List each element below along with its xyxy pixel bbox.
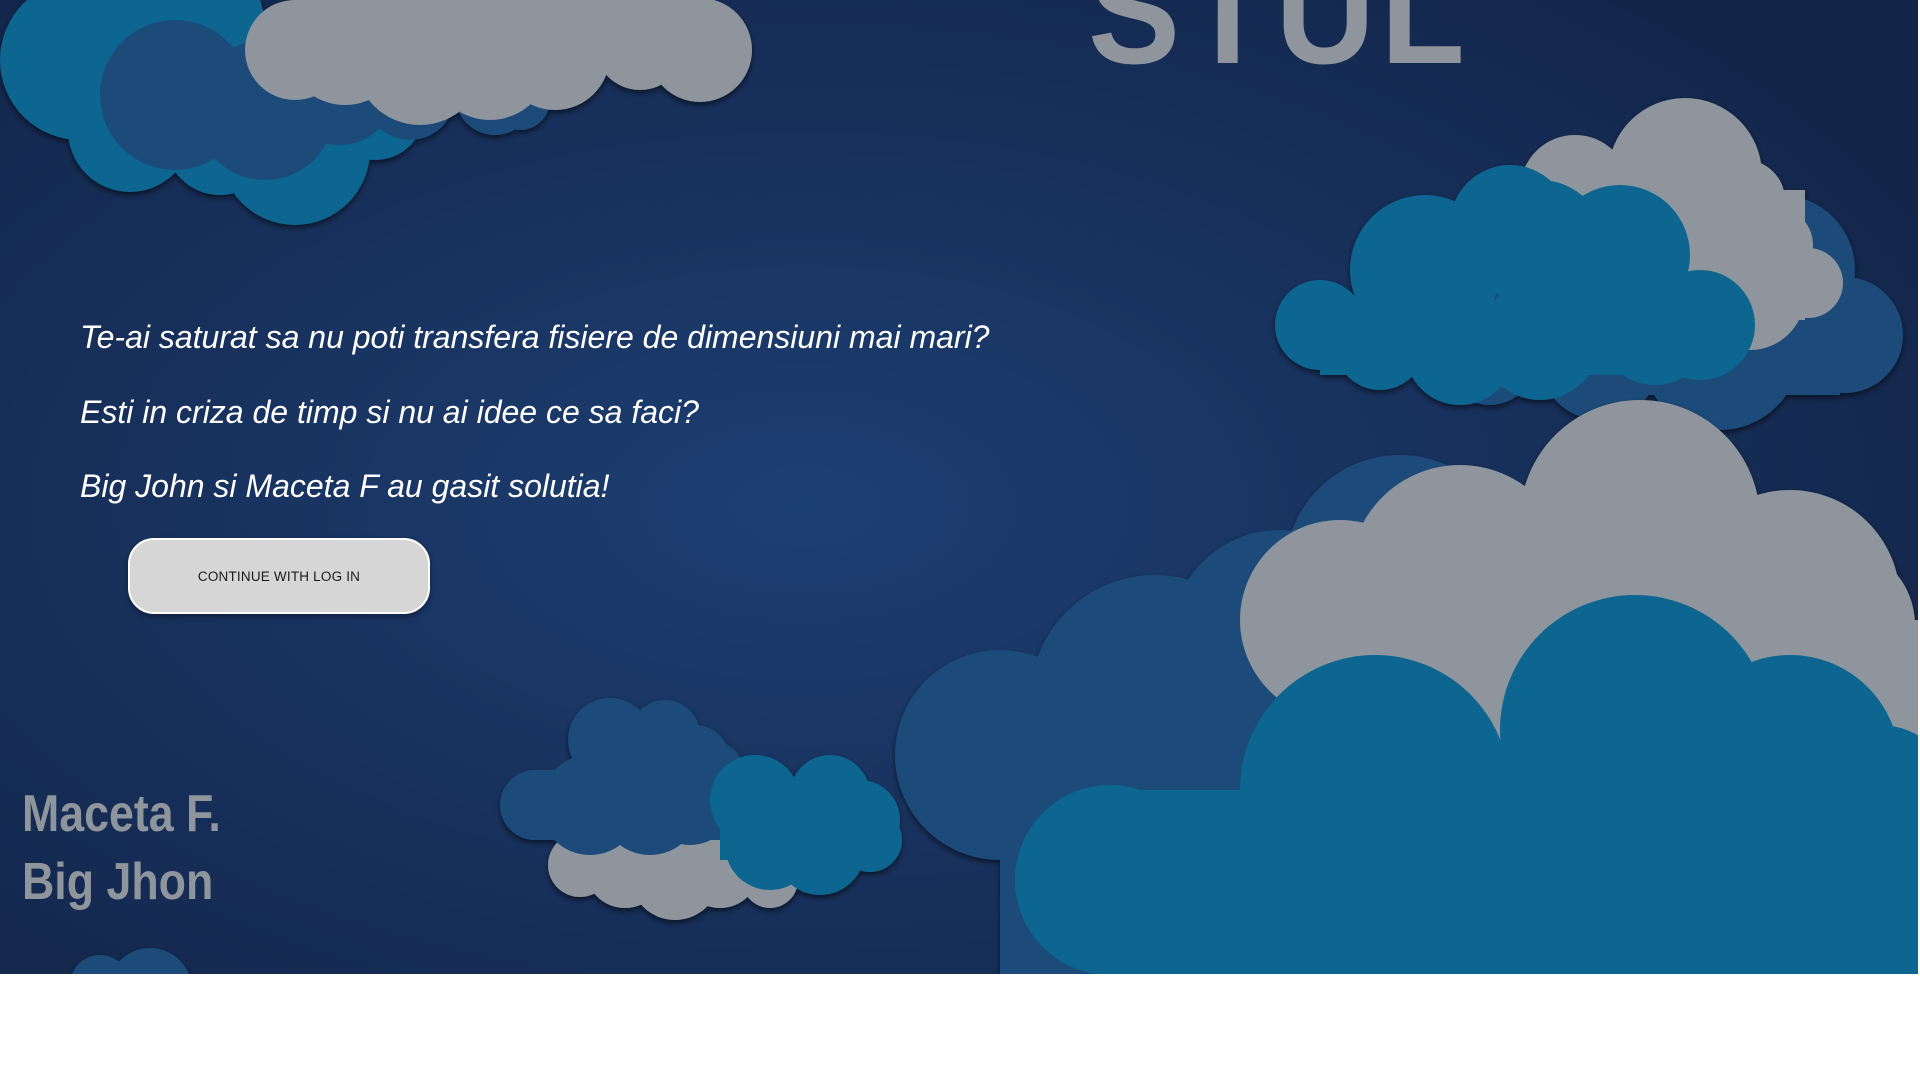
- cloud-upper-right: [1275, 98, 1903, 430]
- authors-block: Maceta F. Big Jhon: [22, 780, 253, 916]
- continue-with-login-button[interactable]: CONTINUE WITH LOG IN: [128, 538, 430, 614]
- tagline-solution: Big John si Maceta F au gasit solutia!: [80, 468, 610, 504]
- tagline-question-time: Esti in criza de timp si nu ai idee ce s…: [80, 394, 699, 430]
- cloud-top-left: [0, 0, 752, 225]
- author-name: Big Jhon: [22, 853, 214, 911]
- brand-title: STUL: [1088, 0, 1471, 95]
- cloud-center-small: [500, 698, 902, 920]
- page: STUL Te-ai saturat sa nu poti transfera …: [0, 0, 1920, 1080]
- author-name: Maceta F.: [22, 785, 221, 843]
- hero-section: STUL Te-ai saturat sa nu poti transfera …: [0, 0, 1918, 974]
- cloud-bottom-left: [72, 948, 189, 974]
- tagline-question-files: Te-ai saturat sa nu poti transfera fisie…: [80, 319, 990, 355]
- cloud-lower-right: [895, 400, 1918, 974]
